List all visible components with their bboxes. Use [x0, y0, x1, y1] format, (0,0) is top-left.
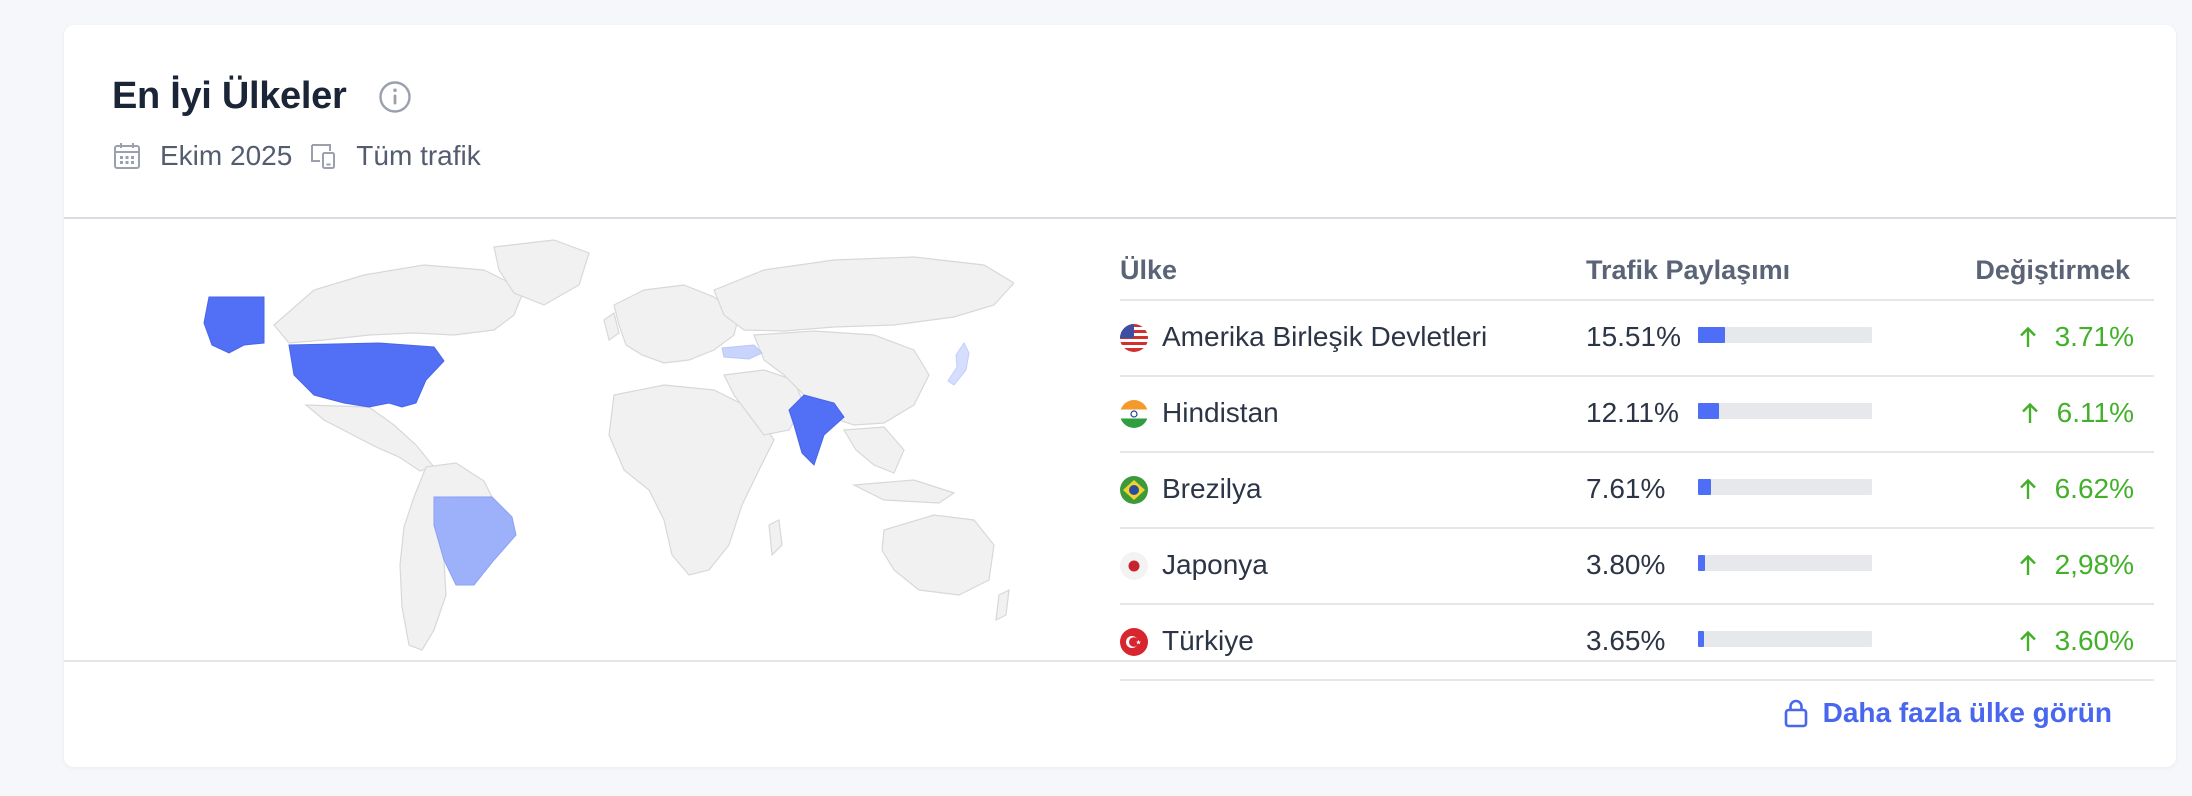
- devices-icon: [308, 141, 338, 171]
- traffic-share-bar: [1698, 479, 1872, 495]
- map-southeast-asia: [842, 426, 905, 474]
- japan-flag-icon: [1120, 552, 1148, 580]
- column-header-country[interactable]: Ülke: [1120, 255, 1177, 286]
- traffic-share-bar: [1698, 327, 1872, 343]
- table-row[interactable]: Türkiye 3.65% 3.60%: [1120, 605, 2154, 681]
- brazil-flag-icon: [1120, 476, 1148, 504]
- country-name[interactable]: Türkiye: [1162, 625, 1254, 657]
- turkey-flag-icon: [1120, 628, 1148, 656]
- title-row: En İyi Ülkeler: [112, 75, 481, 118]
- india-flag-icon: [1120, 400, 1148, 428]
- table-body: Amerika Birleşik Devletleri 15.51% 3.71% Hi…: [1120, 301, 2154, 681]
- table-header: Ülke Trafik Paylaşımı Değiştirmek: [1120, 231, 2154, 301]
- traffic-label: Tüm trafik: [356, 140, 481, 171]
- traffic-share-value: 3.80%: [1586, 549, 1666, 580]
- card-title: En İyi Ülkeler: [112, 75, 347, 117]
- table-row[interactable]: Brezilya 7.61% 6.62%: [1120, 453, 2154, 529]
- country-name[interactable]: Hindistan: [1162, 397, 1279, 429]
- traffic-share-value: 12.11%: [1586, 397, 1679, 428]
- us-flag-icon: [1120, 324, 1148, 352]
- map-canada: [273, 264, 525, 344]
- traffic-share-bar-fill: [1698, 327, 1725, 343]
- map-australia: [881, 514, 995, 596]
- lock-icon: [1784, 699, 1807, 728]
- map-alaska: [203, 296, 265, 354]
- traffic-share-bar: [1698, 555, 1872, 571]
- country-name[interactable]: Brezilya: [1162, 473, 1262, 505]
- arrow-up-icon: [2019, 554, 2036, 575]
- map-brazil: [433, 496, 517, 586]
- column-header-share[interactable]: Trafik Paylaşımı: [1586, 255, 1790, 286]
- date-label: Ekim 2025: [160, 140, 293, 171]
- arrow-up-icon: [2019, 326, 2036, 347]
- change-text: 2,98%: [2054, 549, 2134, 580]
- traffic-share-bar-fill: [1698, 479, 1712, 495]
- traffic-share-bar-fill: [1698, 631, 1705, 647]
- countries-table: Ülke Trafik Paylaşımı Değiştirmek Amerik…: [1120, 231, 2154, 681]
- world-map[interactable]: [194, 235, 1015, 655]
- traffic-share-bar-fill: [1698, 403, 1720, 419]
- traffic-share-bar: [1698, 631, 1872, 647]
- header-divider: [64, 217, 2176, 219]
- map-japan: [947, 342, 970, 386]
- map-indonesia: [851, 479, 956, 504]
- traffic-share-value: 15.51%: [1586, 321, 1681, 352]
- column-header-change[interactable]: Değiştirmek: [1975, 255, 2130, 286]
- top-countries-card: En İyi Ülkeler Ekim 2025 Tüm trafik Ülke…: [64, 25, 2176, 767]
- map-mexico: [304, 404, 436, 472]
- map-madagascar: [768, 519, 783, 557]
- map-new-zealand: [995, 588, 1010, 622]
- map-turkey: [721, 344, 763, 360]
- change-text: 6.11%: [2056, 397, 2134, 428]
- traffic-share-bar: [1698, 403, 1872, 419]
- card-header: En İyi Ülkeler Ekim 2025 Tüm trafik: [112, 75, 481, 172]
- footer-divider: [64, 660, 2176, 662]
- meta-row: Ekim 2025 Tüm trafik: [112, 140, 481, 172]
- change-value: 3.71%: [2019, 321, 2134, 353]
- country-name[interactable]: Japonya: [1162, 549, 1268, 581]
- change-value: 3.60%: [2019, 625, 2134, 657]
- change-text: 3.71%: [2054, 321, 2134, 352]
- change-value: 6.62%: [2019, 473, 2134, 505]
- change-value: 2,98%: [2019, 549, 2134, 581]
- change-text: 6.62%: [2054, 473, 2134, 504]
- info-icon[interactable]: [378, 80, 412, 114]
- table-row[interactable]: Japonya 3.80% 2,98%: [1120, 529, 2154, 605]
- map-usa: [288, 342, 445, 408]
- country-name[interactable]: Amerika Birleşik Devletleri: [1162, 321, 1487, 353]
- traffic-share-bar-fill: [1698, 555, 1705, 571]
- table-row[interactable]: Amerika Birleşik Devletleri 15.51% 3.71%: [1120, 301, 2154, 377]
- change-value: 6.11%: [2021, 397, 2134, 429]
- arrow-up-icon: [2019, 630, 2036, 651]
- map-russia: [713, 256, 1015, 332]
- more-countries-link[interactable]: Daha fazla ülke görün: [1783, 697, 2112, 729]
- arrow-up-icon: [2019, 478, 2036, 499]
- more-countries-label: Daha fazla ülke görün: [1822, 697, 2112, 728]
- arrow-up-icon: [2021, 402, 2038, 423]
- table-row[interactable]: Hindistan 12.11% 6.11%: [1120, 377, 2154, 453]
- traffic-share-value: 7.61%: [1586, 473, 1666, 504]
- map-india: [788, 394, 845, 466]
- traffic-share-value: 3.65%: [1586, 625, 1666, 656]
- calendar-icon: [112, 141, 142, 171]
- change-text: 3.60%: [2054, 625, 2134, 656]
